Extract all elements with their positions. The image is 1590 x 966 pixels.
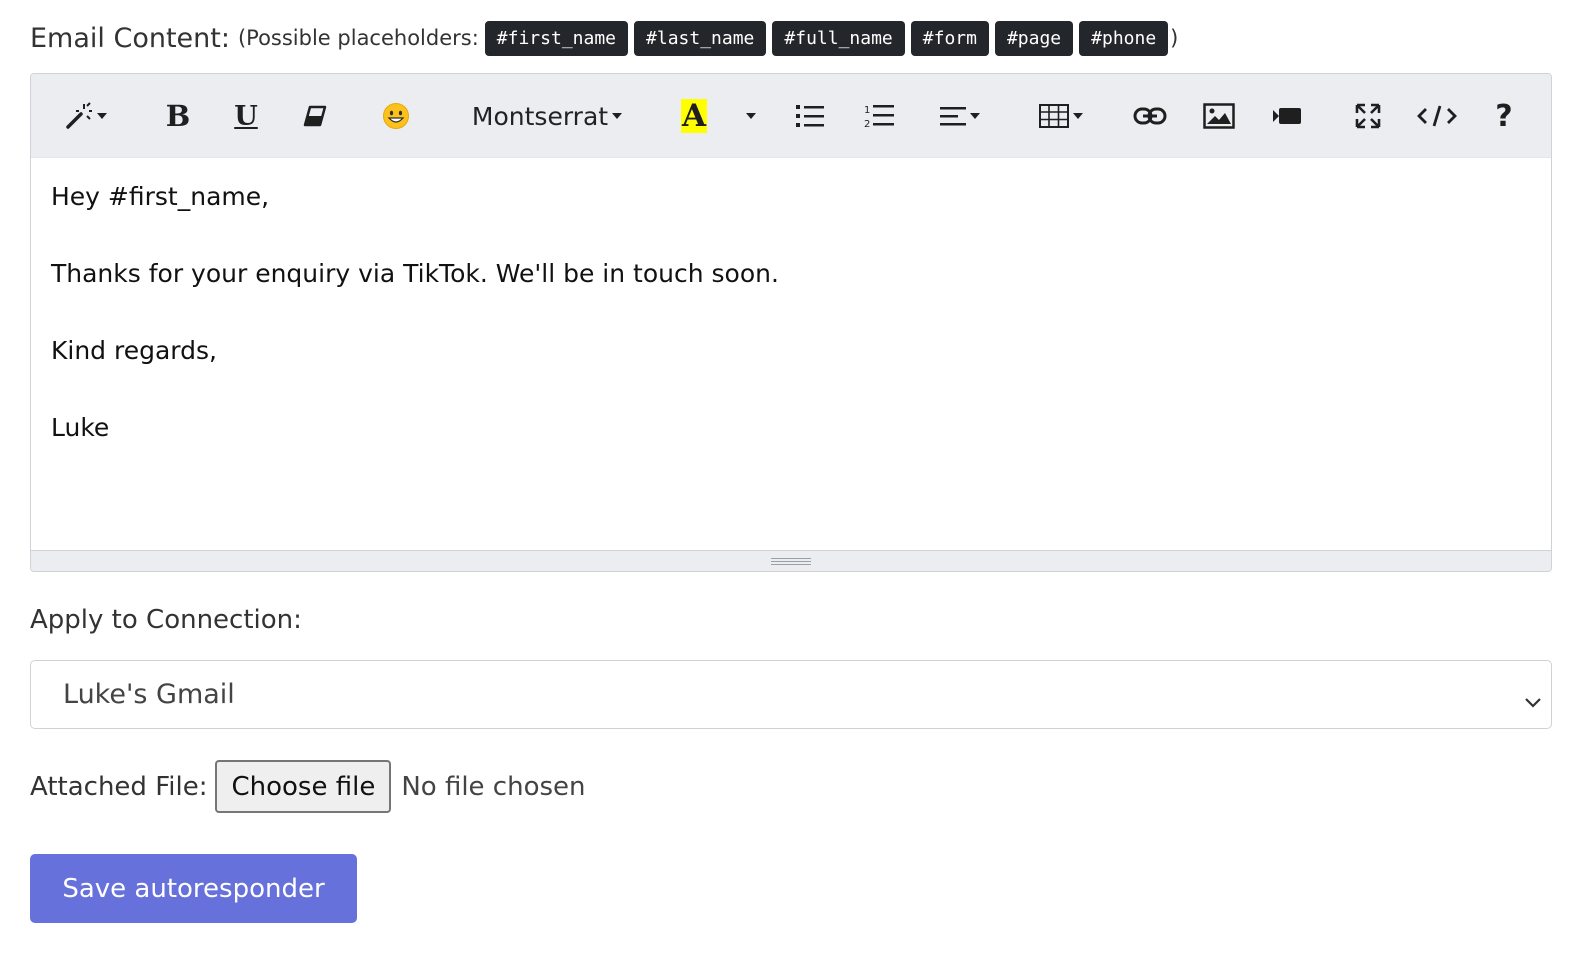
image-button[interactable] [1201, 94, 1237, 138]
editor-toolbar: B U Montserrat A 1 2 ? [31, 74, 1551, 157]
video-button[interactable] [1269, 94, 1305, 138]
editor-line: Luke [51, 413, 110, 442]
bullet-list-button[interactable] [795, 94, 825, 138]
magic-style-button[interactable] [61, 94, 111, 138]
code-view-button[interactable] [1415, 94, 1459, 138]
connection-selected-value: Luke's Gmail [63, 679, 235, 710]
placeholders-hint-close: ) [1170, 26, 1179, 50]
link-icon [1133, 106, 1167, 126]
grip-icon [771, 557, 811, 565]
chevron-down-icon [1523, 685, 1543, 716]
placeholder-tag: #form [910, 20, 989, 56]
eraser-icon [303, 105, 327, 127]
link-button[interactable] [1131, 94, 1169, 138]
editor-content-area[interactable]: Hey #first_name, Thanks for your enquiry… [31, 157, 1551, 551]
underline-icon: U [234, 100, 258, 132]
clear-format-button[interactable] [299, 94, 331, 138]
table-icon [1039, 104, 1069, 128]
connection-label: Apply to Connection: [30, 605, 302, 635]
editor-line: Kind regards, [51, 336, 217, 365]
rich-text-editor: B U Montserrat A 1 2 ? Hey #first_name, … [30, 73, 1552, 572]
email-content-header: Email Content: (Possible placeholders: #… [30, 18, 1178, 58]
placeholder-tag: #full_name [772, 20, 905, 56]
placeholder-tag: #page [994, 20, 1074, 56]
underline-button[interactable]: U [229, 94, 263, 138]
align-icon [940, 105, 966, 127]
color-dropdown-button[interactable] [741, 94, 761, 138]
svg-text:2: 2 [864, 119, 870, 129]
numbered-list-icon: 12 [864, 103, 894, 129]
magic-icon [65, 102, 93, 130]
emoji-icon [382, 102, 410, 130]
choose-file-button[interactable]: Choose file [215, 760, 392, 813]
image-icon [1203, 103, 1235, 129]
placeholder-tag: #phone [1079, 20, 1169, 56]
chevron-down-icon [97, 113, 107, 119]
email-content-label: Email Content: [30, 22, 230, 54]
help-icon: ? [1495, 98, 1513, 134]
video-icon [1272, 106, 1302, 126]
emoji-button[interactable] [379, 94, 413, 138]
help-button[interactable]: ? [1489, 94, 1519, 138]
placeholder-tag: #first_name [484, 20, 629, 56]
bold-icon: B [165, 99, 191, 133]
code-icon [1417, 104, 1457, 128]
placeholder-tags: #first_name #last_name #full_name #form … [484, 20, 1169, 56]
editor-line: Thanks for your enquiry via TikTok. We'l… [51, 259, 779, 288]
editor-line: Hey #first_name, [51, 182, 270, 211]
fullscreen-icon [1355, 103, 1381, 129]
paragraph-align-dropdown[interactable] [933, 94, 987, 138]
bold-button[interactable]: B [161, 94, 195, 138]
table-dropdown[interactable] [1033, 94, 1089, 138]
chevron-down-icon [612, 113, 623, 119]
save-autoresponder-button[interactable]: Save autoresponder [30, 854, 357, 923]
placeholders-hint: (Possible placeholders: [237, 26, 479, 50]
numbered-list-button[interactable]: 12 [863, 94, 895, 138]
connection-select[interactable]: Luke's Gmail [30, 660, 1552, 729]
font-family-dropdown[interactable]: Montserrat [463, 94, 631, 138]
highlight-icon: A [680, 98, 708, 134]
chevron-down-icon [970, 113, 980, 119]
placeholder-tag: #last_name [634, 20, 767, 56]
attachment-row: Attached File: Choose file No file chose… [30, 760, 586, 813]
file-status: No file chosen [401, 771, 586, 802]
font-family-label: Montserrat [471, 101, 609, 131]
highlight-button[interactable]: A [679, 94, 709, 138]
attachment-label: Attached File: [30, 771, 208, 802]
chevron-down-icon [1073, 113, 1083, 119]
svg-text:1: 1 [864, 105, 870, 116]
bullet-list-icon [796, 104, 824, 128]
fullscreen-button[interactable] [1351, 94, 1385, 138]
editor-resize-handle[interactable] [31, 550, 1551, 571]
chevron-down-icon [746, 113, 756, 119]
